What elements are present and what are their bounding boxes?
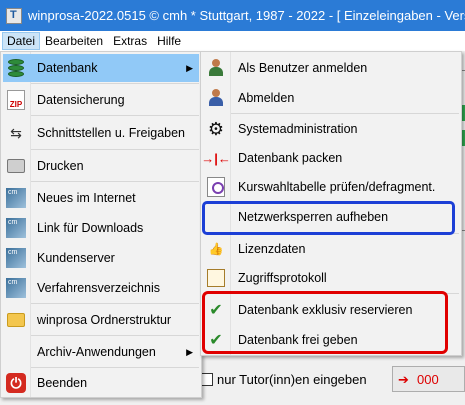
submenu-arrow-icon: ▶	[186, 62, 193, 73]
database-icon	[5, 57, 27, 79]
menu-item-datenbank-packen[interactable]: →|← Datenbank packen	[201, 144, 459, 172]
menu-item-label: Neues im Internet	[37, 191, 136, 205]
menu-item-verfahrensverzeichnis[interactable]: cm Verfahrensverzeichnis	[3, 274, 199, 302]
menu-bearbeiten[interactable]: Bearbeiten	[40, 32, 108, 50]
menu-item-zugriffsprotokoll[interactable]: Zugriffsprotokoll	[203, 264, 459, 292]
tutor-checkbox-label: nur Tutor(inn)en eingeben	[217, 371, 367, 387]
menu-separator	[31, 367, 199, 368]
menu-item-label: Drucken	[37, 159, 84, 173]
menu-item-lizenzdaten[interactable]: 👍 Lizenzdaten	[203, 235, 459, 263]
menu-item-label: Als Benutzer anmelden	[238, 61, 368, 75]
menu-item-beenden[interactable]: ⏻ Beenden	[3, 369, 199, 397]
window-title: winprosa-2022.0515 © cmh * Stuttgart, 19…	[28, 8, 465, 23]
navigate-button[interactable]: ➔ 000	[392, 366, 465, 392]
menu-separator	[31, 83, 199, 84]
cm-icon: cm	[5, 217, 27, 239]
menu-item-label: Lizenzdaten	[238, 242, 306, 256]
cm-icon: cm	[5, 277, 27, 299]
tutor-checkbox-row: nur Tutor(inn)en eingeben	[200, 364, 367, 394]
menu-separator	[31, 181, 199, 182]
protocol-icon	[205, 267, 227, 289]
menu-item-drucken[interactable]: Drucken	[3, 152, 199, 180]
menu-separator	[31, 149, 199, 150]
menu-item-datensicherung[interactable]: ZIP Datensicherung	[3, 86, 199, 114]
menu-extras[interactable]: Extras	[108, 32, 152, 50]
power-icon: ⏻	[5, 372, 27, 394]
menu-bar: Datei Bearbeiten Extras Hilfe	[0, 31, 465, 51]
submenu-arrow-icon: ▶	[186, 346, 193, 357]
menu-hilfe[interactable]: Hilfe	[152, 32, 186, 50]
menu-item-kurswahltabelle[interactable]: Kurswahltabelle prüfen/defragment.	[203, 173, 459, 201]
transfer-icon: ⇆	[10, 124, 22, 141]
gear-icon: ⚙	[207, 119, 225, 139]
menu-item-systemadministration[interactable]: ⚙ Systemadministration	[203, 115, 459, 143]
menu-item-label: Datenbank packen	[238, 151, 343, 165]
menu-item-datenbank[interactable]: Datenbank ▶	[3, 54, 199, 82]
menu-separator	[31, 303, 199, 304]
menu-separator	[31, 115, 199, 116]
datei-menu: Datenbank ▶ ZIP Datensicherung ⇆ Schnitt…	[0, 51, 202, 398]
menu-item-label: Datenbank	[37, 61, 98, 75]
menu-item-label: Archiv-Anwendungen	[37, 345, 156, 359]
pack-icon: →|←	[201, 150, 231, 166]
menu-separator	[231, 113, 459, 114]
arrow-right-icon: ➔	[398, 372, 409, 387]
menu-separator	[31, 335, 199, 336]
menu-item-kundenserver[interactable]: cm Kundenserver	[3, 244, 199, 272]
menu-item-link-downloads[interactable]: cm Link für Downloads	[3, 214, 199, 242]
menu-item-abmelden[interactable]: Abmelden	[203, 84, 459, 112]
menu-datei[interactable]: Datei	[2, 32, 41, 50]
menu-item-label: Zugriffsprotokoll	[238, 271, 327, 285]
highlight-box-blue	[202, 201, 455, 235]
menu-item-label: Beenden	[37, 376, 88, 390]
user-logout-icon	[205, 87, 227, 109]
navigate-button-label: 000	[417, 371, 439, 387]
menu-item-label: Systemadministration	[238, 122, 358, 136]
folder-icon	[5, 309, 27, 331]
menu-item-label: Schnittstellen u. Freigaben	[37, 126, 186, 140]
menu-item-archiv-anwendungen[interactable]: Archiv-Anwendungen ▶	[3, 338, 199, 366]
cm-icon: cm	[5, 247, 27, 269]
printer-icon	[5, 155, 27, 177]
thumbs-up-icon: 👍	[208, 242, 224, 256]
menu-item-label: Datensicherung	[37, 93, 125, 107]
app-icon[interactable]	[6, 7, 22, 24]
menu-item-label: Link für Downloads	[37, 221, 144, 235]
menu-item-label: Abmelden	[238, 91, 295, 105]
menu-item-als-benutzer-anmelden[interactable]: Als Benutzer anmelden	[203, 54, 459, 82]
highlight-box-red	[202, 291, 448, 354]
menu-item-neues-im-internet[interactable]: cm Neues im Internet	[3, 184, 199, 212]
user-login-icon	[205, 57, 227, 79]
menu-item-ordnerstruktur[interactable]: winprosa Ordnerstruktur	[3, 306, 199, 334]
menu-item-schnittstellen[interactable]: ⇆ Schnittstellen u. Freigaben	[3, 118, 199, 148]
zip-icon: ZIP	[5, 89, 27, 111]
magnifier-icon	[205, 176, 227, 198]
menu-item-label: Kundenserver	[37, 251, 115, 265]
title-bar: winprosa-2022.0515 © cmh * Stuttgart, 19…	[0, 0, 465, 31]
cm-icon: cm	[5, 187, 27, 209]
menu-item-label: Verfahrensverzeichnis	[37, 281, 160, 295]
menu-item-label: winprosa Ordnerstruktur	[37, 313, 172, 327]
menu-item-label: Kurswahltabelle prüfen/defragment.	[238, 180, 436, 194]
